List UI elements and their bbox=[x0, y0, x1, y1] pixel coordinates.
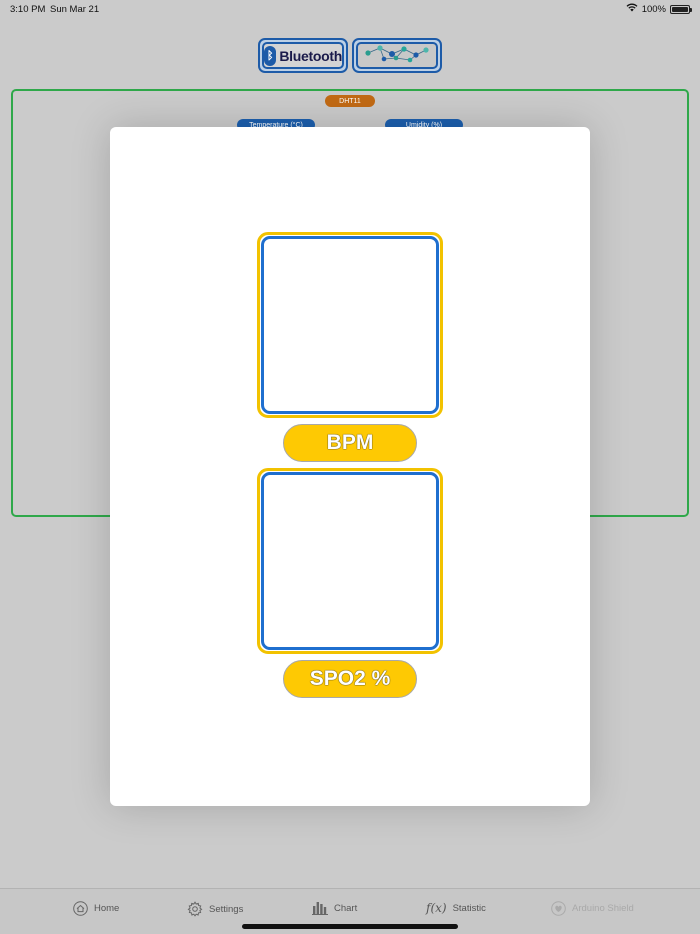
tab-arduino-shield-label: Arduino Shield bbox=[572, 903, 634, 914]
tab-chart-label: Chart bbox=[334, 902, 358, 914]
spo2-display-inner bbox=[261, 472, 439, 650]
bpm-display-inner bbox=[261, 236, 439, 414]
tab-chart[interactable]: Chart bbox=[312, 901, 357, 915]
bluetooth-icon: ᛒ bbox=[264, 45, 277, 66]
tab-statistic-label: Statistic bbox=[452, 902, 486, 914]
tab-settings-label: Settings bbox=[209, 903, 244, 915]
spo2-label: SPO2 % bbox=[283, 660, 417, 698]
bluetooth-label: Bluetooth bbox=[279, 47, 342, 64]
bar-chart-icon bbox=[312, 901, 328, 915]
battery-icon bbox=[670, 4, 692, 14]
status-right: 100% bbox=[626, 3, 692, 15]
spo2-display bbox=[257, 468, 443, 654]
status-time: 3:10 PM bbox=[10, 4, 46, 15]
pulse-oximeter-modal: BPM SPO2 % bbox=[110, 127, 590, 806]
dht11-badge: DHT11 bbox=[325, 95, 375, 107]
bpm-label: BPM bbox=[283, 424, 417, 462]
status-bar: 3:10 PM Sun Mar 21 100% bbox=[0, 0, 700, 18]
tab-home[interactable]: Home bbox=[73, 901, 119, 916]
tab-home-label: Home bbox=[94, 903, 120, 914]
tab-statistic[interactable]: f(x) Statistic bbox=[426, 901, 486, 915]
tab-settings[interactable]: Settings bbox=[187, 901, 243, 917]
wifi-icon bbox=[626, 3, 638, 15]
gear-icon bbox=[187, 901, 203, 917]
home-indicator[interactable] bbox=[242, 924, 458, 929]
bluetooth-button[interactable]: ᛒ Bluetooth bbox=[258, 38, 348, 73]
home-icon bbox=[73, 901, 88, 916]
battery-percent: 100% bbox=[641, 3, 666, 15]
network-icon bbox=[362, 42, 432, 69]
network-button[interactable] bbox=[352, 38, 442, 73]
heart-icon bbox=[551, 901, 566, 916]
function-icon: f(x) bbox=[426, 901, 447, 915]
tab-arduino-shield[interactable]: Arduino Shield bbox=[551, 901, 634, 916]
bpm-display bbox=[257, 232, 443, 418]
status-date: Sun Mar 21 bbox=[50, 4, 100, 15]
